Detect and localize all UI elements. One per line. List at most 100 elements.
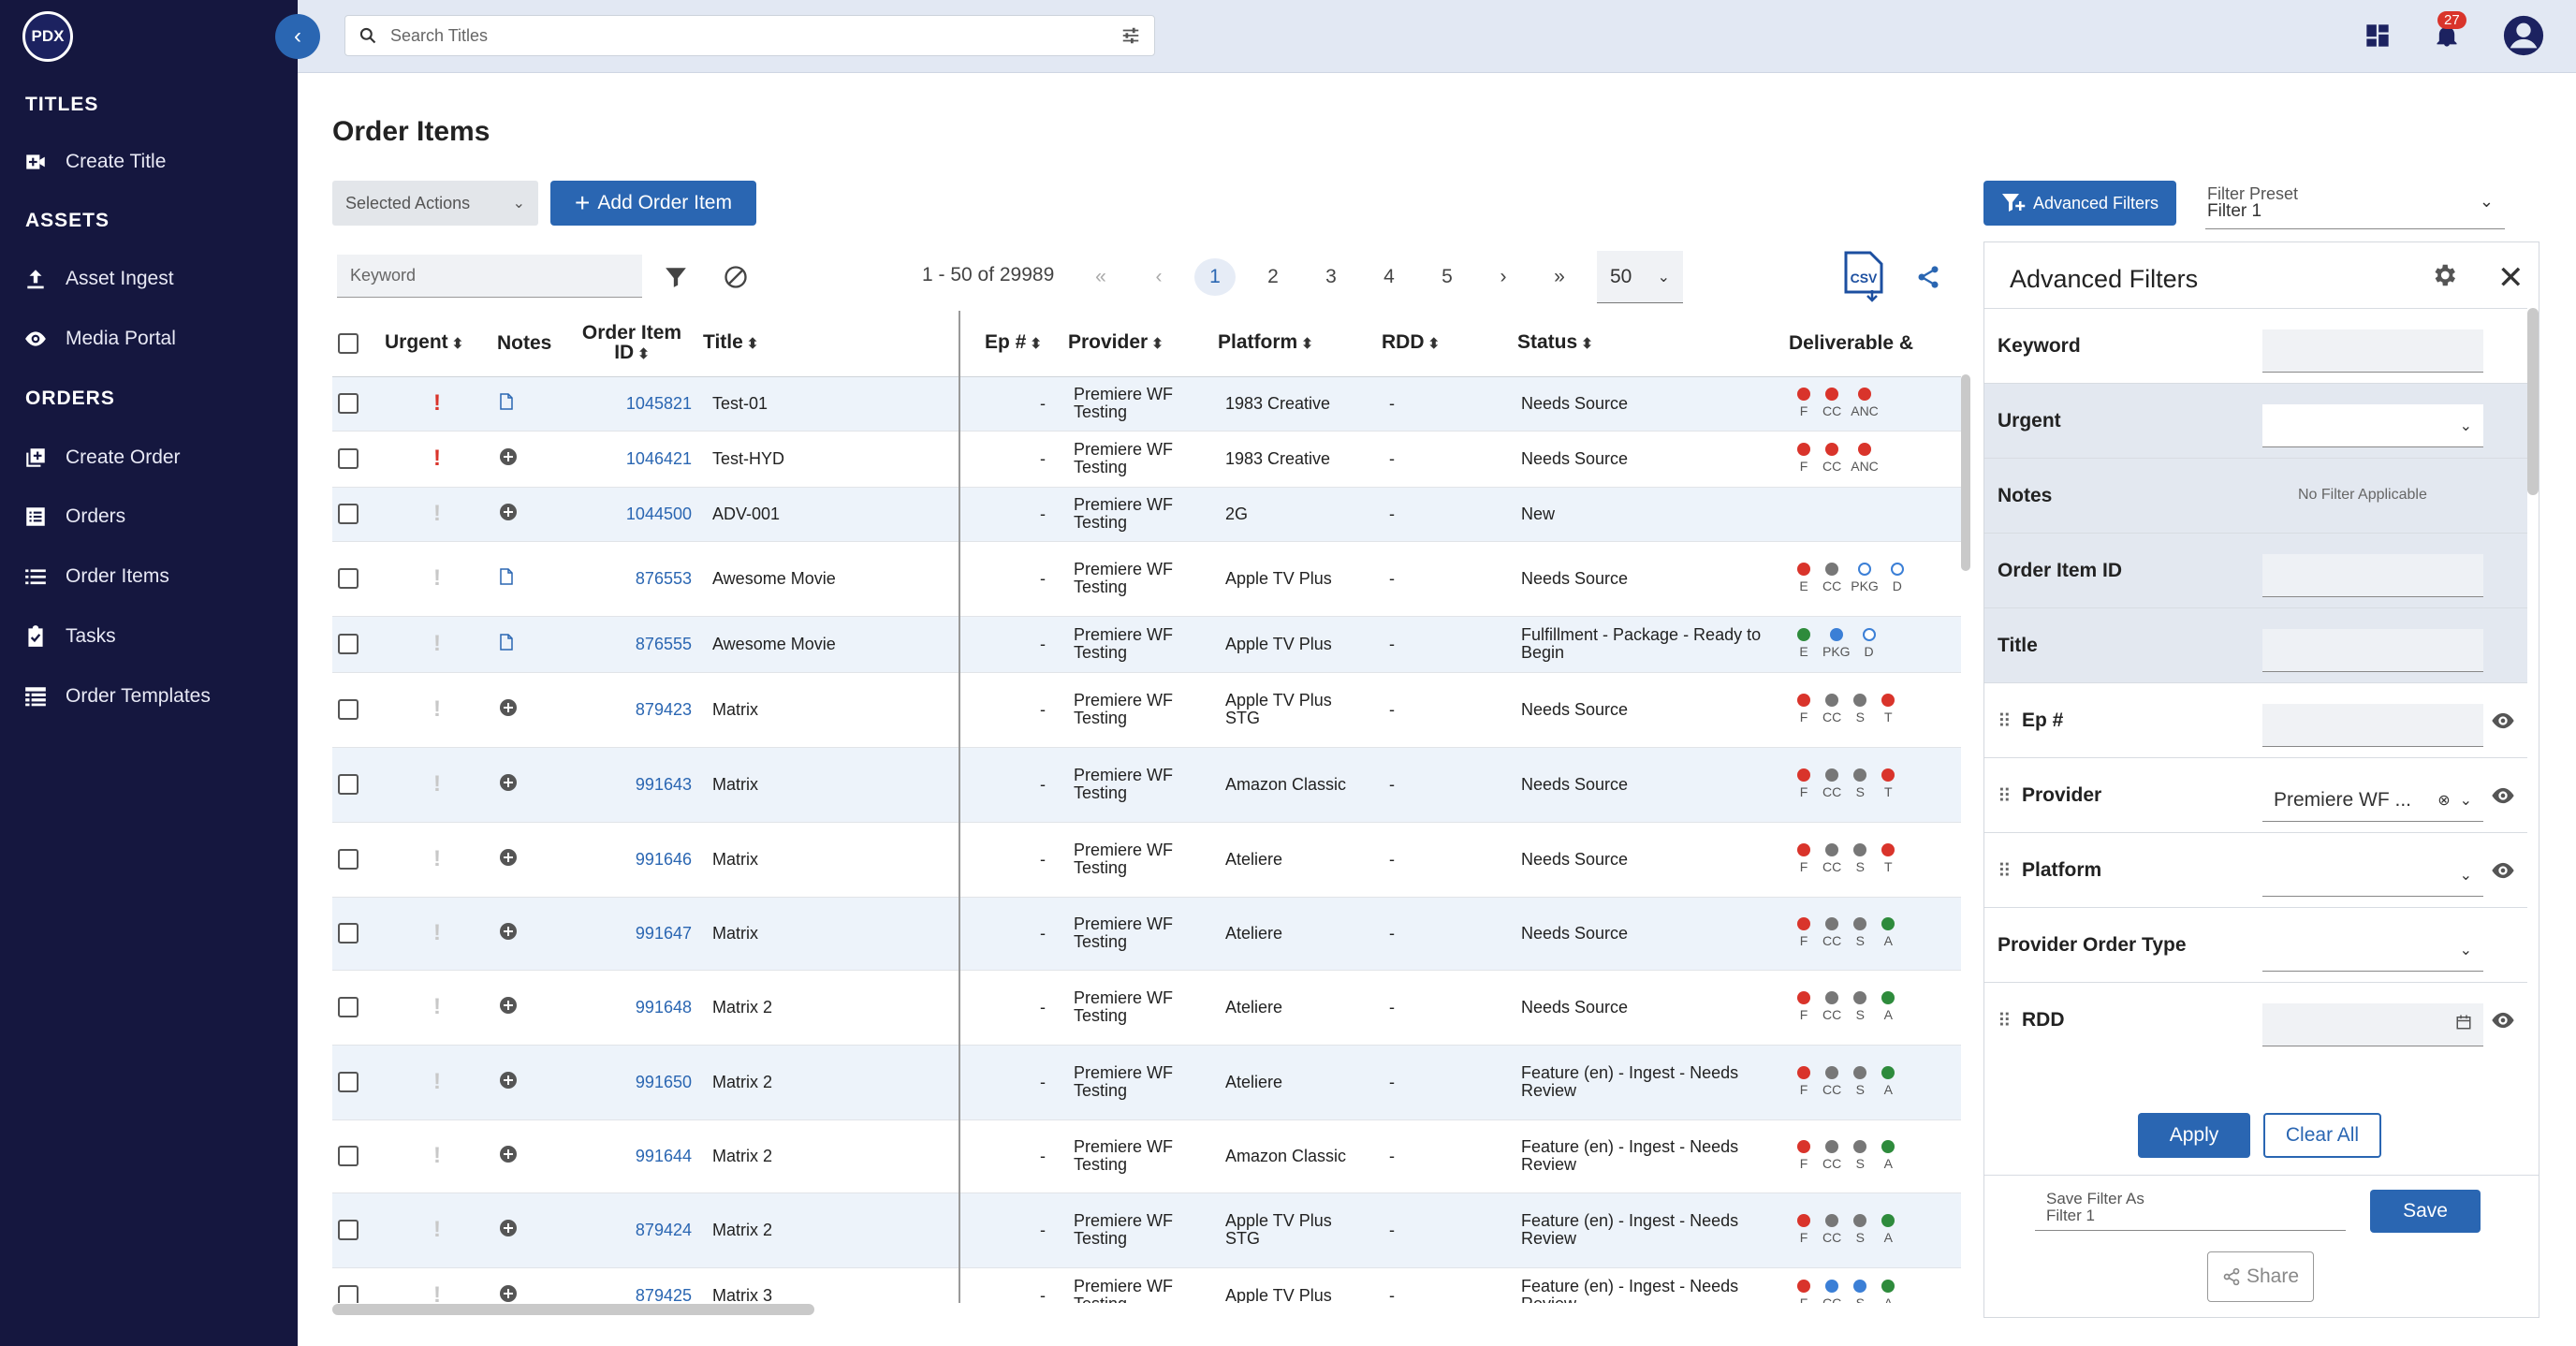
row-checkbox[interactable] bbox=[338, 393, 359, 414]
urgent-icon[interactable]: ! bbox=[433, 994, 441, 1019]
sidebar-item-order-items[interactable]: Order Items bbox=[22, 558, 169, 595]
order-item-id-link[interactable]: 1044500 bbox=[566, 487, 697, 542]
filter-provider-order-type-select[interactable]: ⌄ bbox=[2262, 929, 2483, 972]
deliverable-status[interactable]: CC bbox=[1822, 1213, 1841, 1247]
deliverable-status[interactable]: S bbox=[1851, 916, 1869, 950]
deliverable-status[interactable]: A bbox=[1879, 1139, 1897, 1173]
deliverable-status[interactable]: CC bbox=[1822, 990, 1841, 1024]
add-order-item-button[interactable]: + Add Order Item bbox=[550, 181, 756, 226]
deliverable-status[interactable]: PKG bbox=[1822, 627, 1851, 661]
visibility-eye-icon[interactable] bbox=[2490, 1007, 2516, 1038]
row-checkbox[interactable] bbox=[338, 448, 359, 469]
deliverable-status[interactable]: E bbox=[1794, 562, 1813, 595]
table-row[interactable]: ! 876555 Awesome Movie - Premiere WF Testing… bbox=[332, 616, 1961, 673]
share-icon[interactable] bbox=[1910, 258, 1947, 296]
sidebar-item-orders[interactable]: Orders bbox=[22, 498, 125, 535]
vertical-scrollbar[interactable] bbox=[1961, 374, 1970, 571]
table-row[interactable]: ! 991648 Matrix 2- Premiere WF Testing Ateli… bbox=[332, 970, 1961, 1046]
filter-preset-select[interactable]: Filter Preset Filter 1 ⌄ bbox=[2205, 181, 2505, 229]
horizontal-scrollbar[interactable] bbox=[332, 1304, 814, 1315]
deliverable-status[interactable]: T bbox=[1879, 693, 1897, 726]
deliverable-status[interactable]: F bbox=[1794, 1213, 1813, 1247]
urgent-icon[interactable]: ! bbox=[433, 501, 441, 526]
gear-icon[interactable] bbox=[2430, 261, 2458, 294]
deliverable-status[interactable]: F bbox=[1794, 1279, 1813, 1303]
prev-page-button[interactable]: ‹ bbox=[1138, 258, 1179, 296]
add-note-icon[interactable] bbox=[499, 773, 518, 796]
page-1-button[interactable]: 1 bbox=[1194, 258, 1236, 296]
deliverable-status[interactable]: CC bbox=[1822, 387, 1841, 420]
order-item-id-link[interactable]: 879425 bbox=[566, 1267, 697, 1303]
add-note-icon[interactable] bbox=[499, 848, 518, 871]
add-note-icon[interactable] bbox=[499, 996, 518, 1018]
row-checkbox[interactable] bbox=[338, 1220, 359, 1240]
deliverable-status[interactable]: T bbox=[1879, 768, 1897, 801]
share-button[interactable]: Share bbox=[2207, 1251, 2314, 1302]
deliverable-status[interactable]: A bbox=[1879, 990, 1897, 1024]
page-5-button[interactable]: 5 bbox=[1427, 258, 1468, 296]
row-checkbox[interactable] bbox=[338, 997, 359, 1017]
filter-provider-select[interactable]: Premiere WF ... ⊗ ⌄ bbox=[2262, 779, 2483, 822]
page-4-button[interactable]: 4 bbox=[1368, 258, 1410, 296]
urgent-icon[interactable]: ! bbox=[433, 1069, 441, 1094]
deliverable-status[interactable]: CC bbox=[1822, 1139, 1841, 1173]
order-item-id-link[interactable]: 991648 bbox=[566, 970, 697, 1046]
sidebar-item-order-templates[interactable]: Order Templates bbox=[22, 678, 211, 715]
deliverable-status[interactable]: CC bbox=[1822, 693, 1841, 726]
row-checkbox[interactable] bbox=[338, 774, 359, 795]
urgent-icon[interactable]: ! bbox=[433, 446, 441, 471]
drag-handle-icon[interactable]: ⠿ bbox=[1998, 784, 2012, 808]
add-note-icon[interactable] bbox=[499, 922, 518, 944]
collapse-sidebar-button[interactable]: ‹ bbox=[275, 14, 320, 59]
sidebar-item-asset-ingest[interactable]: Asset Ingest bbox=[22, 260, 174, 298]
deliverable-status[interactable]: A bbox=[1879, 916, 1897, 950]
table-row[interactable]: ! 991647 Matrix - Premiere WF Testing Atelier… bbox=[332, 897, 1961, 971]
deliverable-status[interactable]: F bbox=[1794, 387, 1813, 420]
urgent-icon[interactable]: ! bbox=[433, 1282, 441, 1303]
order-item-id-link[interactable]: 991647 bbox=[566, 897, 697, 971]
deliverable-status[interactable]: D bbox=[1860, 627, 1879, 661]
urgent-icon[interactable]: ! bbox=[433, 631, 441, 656]
deliverable-status[interactable]: F bbox=[1794, 842, 1813, 876]
filter-platform-select[interactable]: ⌄ bbox=[2262, 854, 2483, 897]
table-row[interactable]: ! 991644 Matrix 2- Premiere WF Testing Amazo… bbox=[332, 1119, 1961, 1193]
save-button[interactable]: Save bbox=[2370, 1190, 2481, 1233]
row-checkbox[interactable] bbox=[338, 634, 359, 654]
urgent-icon[interactable]: ! bbox=[433, 771, 441, 797]
add-note-icon[interactable] bbox=[499, 698, 518, 721]
table-row[interactable]: ! 1045821 Test-01- Premiere WF Testing 1983 … bbox=[332, 376, 1961, 432]
deliverable-status[interactable]: F bbox=[1794, 990, 1813, 1024]
urgent-icon[interactable]: ! bbox=[433, 846, 441, 871]
table-row[interactable]: ! 1046421 Test-HYD - Premiere WF Testing 1983… bbox=[332, 431, 1961, 488]
urgent-icon[interactable]: ! bbox=[433, 920, 441, 945]
deliverable-status[interactable]: CC bbox=[1822, 562, 1841, 595]
header-status[interactable]: Status ⬍ bbox=[1512, 311, 1783, 377]
selected-actions-dropdown[interactable]: Selected Actions ⌄ bbox=[332, 181, 538, 226]
table-row[interactable]: ! 991643 Matrix - Premiere WF Testing Amazon … bbox=[332, 747, 1961, 823]
first-page-button[interactable]: « bbox=[1080, 258, 1121, 296]
keyword-input[interactable] bbox=[337, 255, 642, 298]
filter-title-input[interactable] bbox=[2262, 629, 2483, 672]
page-3-button[interactable]: 3 bbox=[1310, 258, 1352, 296]
header-ep[interactable]: Ep # ⬍ bbox=[959, 311, 1062, 377]
sidebar-item-create-order[interactable]: Create Order bbox=[22, 439, 181, 476]
last-page-button[interactable]: » bbox=[1539, 258, 1580, 296]
clear-all-button[interactable]: Clear All bbox=[2263, 1113, 2381, 1158]
add-note-icon[interactable] bbox=[499, 1071, 518, 1093]
table-row[interactable]: ! 879424 Matrix 2- Premiere WF Testing Apple… bbox=[332, 1192, 1961, 1268]
filter-urgent-select[interactable]: ⌄ bbox=[2262, 404, 2483, 447]
row-checkbox[interactable] bbox=[338, 699, 359, 720]
deliverable-status[interactable]: F bbox=[1794, 916, 1813, 950]
row-checkbox[interactable] bbox=[338, 1285, 359, 1303]
deliverable-status[interactable]: S bbox=[1851, 693, 1869, 726]
header-urgent[interactable]: Urgent ⬍ bbox=[379, 311, 491, 377]
order-item-id-link[interactable]: 991650 bbox=[566, 1045, 697, 1120]
row-checkbox[interactable] bbox=[338, 849, 359, 870]
user-avatar-icon[interactable] bbox=[2499, 11, 2548, 60]
deliverable-status[interactable]: CC bbox=[1822, 768, 1841, 801]
urgent-icon[interactable]: ! bbox=[433, 565, 441, 591]
drag-handle-icon[interactable]: ⠿ bbox=[1998, 859, 2012, 883]
page-size-select[interactable]: 50 ⌄ bbox=[1597, 251, 1683, 303]
deliverable-status[interactable]: E bbox=[1794, 627, 1813, 661]
deliverable-status[interactable]: CC bbox=[1822, 1065, 1841, 1099]
